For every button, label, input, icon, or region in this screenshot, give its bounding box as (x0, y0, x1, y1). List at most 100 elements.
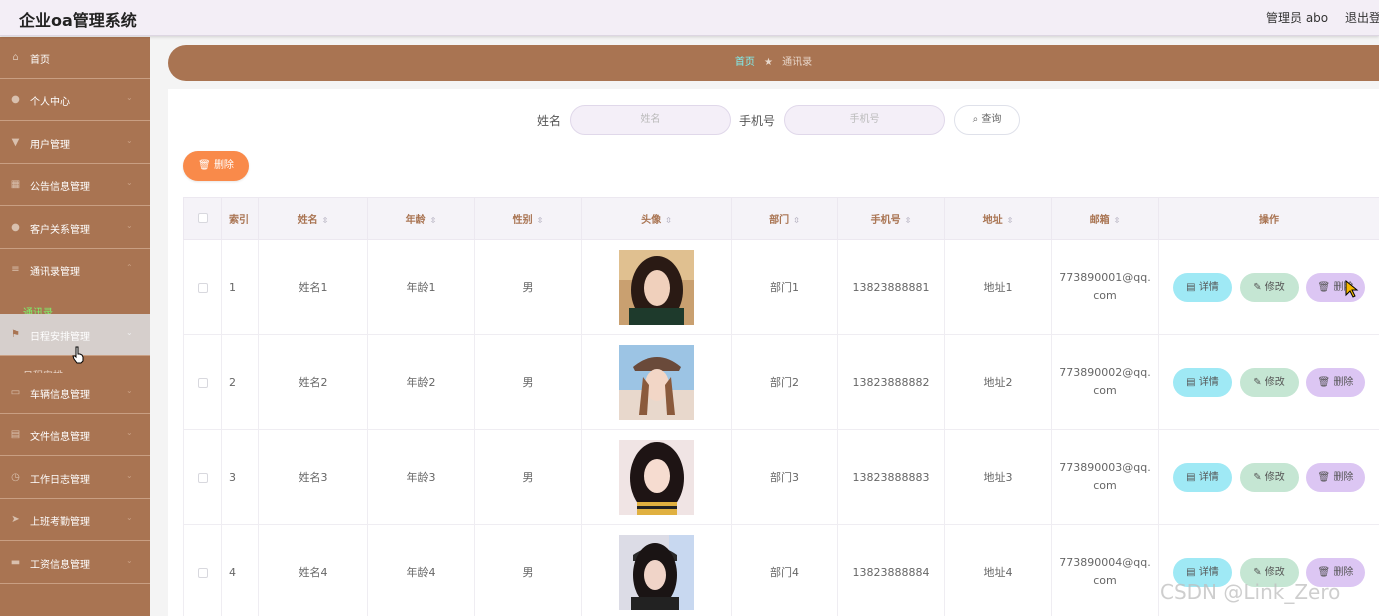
column-header-age[interactable]: 年龄 ⇳ (367, 197, 475, 240)
table-row: 3 姓名3 年龄3 男 部门3 13823888883 地址3 77389000… (183, 429, 1379, 525)
breadcrumb-home-link[interactable]: 首页 (735, 57, 755, 68)
breadcrumb-star-icon: ★ (764, 57, 773, 68)
delete-button[interactable]: 🗑 删除 (1306, 367, 1365, 397)
cell-email: 773890001@qq.com (1051, 239, 1159, 335)
sidebar-item-label: 用户管理 (30, 140, 70, 151)
document-icon: ▤ (1186, 376, 1196, 388)
sidebar-item-label: 个人中心 (30, 97, 70, 108)
current-user-label: 管理员 abo (1266, 11, 1329, 25)
cell-address: 地址2 (944, 334, 1052, 430)
chevron-down-icon: ⌄ (126, 556, 133, 565)
sort-icon: ⇳ (429, 216, 437, 225)
cell-gender: 男 (474, 429, 582, 525)
sidebar-item-label: 上班考勤管理 (30, 517, 90, 528)
chevron-down-icon: ⌄ (126, 513, 133, 522)
sidebar-item-users[interactable]: ▼ 用户管理 ⌄ (0, 122, 150, 164)
column-header-email[interactable]: 邮箱 ⇳ (1051, 197, 1159, 240)
sidebar-item-label: 车辆信息管理 (30, 390, 90, 401)
chevron-up-icon: ⌃ (126, 263, 133, 272)
column-header-phone[interactable]: 手机号 ⇳ (837, 197, 945, 240)
sort-icon: ⇳ (321, 216, 329, 225)
sidebar-item-customer[interactable]: ● 客户关系管理 ⌄ (0, 207, 150, 249)
document-icon: ▤ (1186, 281, 1196, 293)
detail-button[interactable]: ▤ 详情 (1173, 367, 1232, 397)
sidebar-item-label: 客户关系管理 (30, 225, 90, 236)
table-header-row: 索引 姓名 ⇳ 年龄 ⇳ 性别 ⇳ 头像 ⇳ 部门 ⇳ 手机号 ⇳ 地址 ⇳ 邮箱 ⇳ 操作 (183, 197, 1379, 240)
document-icon: ▤ (1186, 471, 1196, 483)
cell-index: 3 (221, 429, 259, 525)
chevron-down-icon: ⌄ (126, 386, 133, 395)
detail-button[interactable]: ▤ 详情 (1173, 462, 1232, 492)
cell-index: 2 (221, 334, 259, 430)
sort-icon: ⇳ (536, 216, 544, 225)
edit-button[interactable]: ✎ 修改 (1239, 367, 1299, 397)
hand-cursor-icon (72, 346, 84, 364)
cell-avatar (581, 429, 732, 525)
logout-link[interactable]: 退出登录 (1345, 9, 1379, 26)
grid-icon: ▦ (10, 179, 21, 190)
chevron-down-icon: ⌄ (126, 136, 133, 145)
users-icon: ▼ (11, 137, 20, 148)
row-checkbox[interactable] (183, 524, 222, 616)
send-icon: ➤ (11, 514, 20, 525)
cell-dept: 部门3 (731, 429, 838, 525)
search-button[interactable]: ⌕ 查询 (954, 105, 1020, 135)
sidebar-item-attendance[interactable]: ➤ 上班考勤管理 ⌄ (0, 499, 150, 541)
file-icon: ▤ (10, 429, 21, 440)
contacts-table: 索引 姓名 ⇳ 年龄 ⇳ 性别 ⇳ 头像 ⇳ 部门 ⇳ 手机号 ⇳ 地址 ⇳ 邮箱 ⇳ 操作 1… (183, 197, 1379, 616)
select-all-checkbox[interactable] (183, 197, 222, 240)
sidebar-item-label: 公告信息管理 (30, 182, 90, 193)
row-checkbox[interactable] (183, 334, 222, 430)
sidebar-item-salary[interactable]: ▬ 工资信息管理 ⌄ (0, 542, 150, 584)
edit-button[interactable]: ✎ 修改 (1239, 462, 1299, 492)
batch-delete-label: 删除 (213, 160, 234, 171)
chevron-down-icon: ⌄ (126, 93, 133, 102)
column-header-name[interactable]: 姓名 ⇳ (258, 197, 368, 240)
sidebar-item-files[interactable]: ▤ 文件信息管理 ⌄ (0, 414, 150, 456)
trash-icon: 🗑 (1317, 281, 1331, 293)
cell-name: 姓名2 (258, 334, 368, 430)
chevron-down-icon: ⌄ (126, 178, 133, 187)
clock-icon: ◷ (11, 472, 20, 483)
pencil-icon: ✎ (1253, 566, 1262, 578)
column-header-dept[interactable]: 部门 ⇳ (731, 197, 838, 240)
name-search-input[interactable]: 姓名 (570, 105, 731, 135)
cell-avatar (581, 239, 732, 335)
trash-icon: 🗑 (1317, 566, 1331, 578)
column-header-address[interactable]: 地址 ⇳ (944, 197, 1052, 240)
chevron-down-icon: ⌄ (126, 428, 133, 437)
cell-age: 年龄2 (367, 334, 475, 430)
sidebar-item-label: 通讯录管理 (30, 267, 80, 278)
row-checkbox[interactable] (183, 239, 222, 335)
sidebar-item-home[interactable]: ⌂ 首页 (0, 37, 150, 79)
cell-name: 姓名3 (258, 429, 368, 525)
sidebar-item-worklog[interactable]: ◷ 工作日志管理 ⌄ (0, 457, 150, 499)
trash-icon: 🗑 (1317, 376, 1331, 388)
pencil-icon: ✎ (1253, 376, 1262, 388)
edit-button[interactable]: ✎ 修改 (1239, 272, 1299, 302)
sidebar-item-profile[interactable]: ● 个人中心 ⌄ (0, 79, 150, 121)
flag-icon: ⚑ (11, 329, 20, 340)
row-checkbox[interactable] (183, 429, 222, 525)
sort-icon: ⇳ (904, 216, 912, 225)
delete-button[interactable]: 🗑 删除 (1306, 462, 1365, 492)
cell-email: 773890004@qq.com (1051, 524, 1159, 616)
column-header-actions: 操作 (1158, 197, 1379, 240)
sidebar-item-vehicle[interactable]: ▭ 车辆信息管理 ⌄ (0, 372, 150, 414)
detail-button[interactable]: ▤ 详情 (1173, 272, 1232, 302)
chevron-down-icon: ⌄ (126, 471, 133, 480)
watermark: CSDN @Link_Zero (1160, 580, 1341, 604)
cell-address: 地址4 (944, 524, 1052, 616)
column-header-avatar[interactable]: 头像 ⇳ (581, 197, 732, 240)
sidebar-item-notice[interactable]: ▦ 公告信息管理 ⌄ (0, 164, 150, 206)
column-header-gender[interactable]: 性别 ⇳ (474, 197, 582, 240)
search-icon: ⌕ (972, 114, 979, 125)
batch-delete-button[interactable]: 🗑 删除 (183, 151, 249, 181)
sidebar-item-label: 日程安排管理 (30, 332, 90, 343)
chevron-down-icon: ⌄ (126, 328, 133, 337)
cell-phone: 13823888881 (837, 239, 945, 335)
column-header-index: 索引 (221, 197, 259, 240)
phone-search-input[interactable]: 手机号 (784, 105, 945, 135)
chevron-down-icon: ⌄ (126, 221, 133, 230)
name-search-label: 姓名 (537, 114, 562, 128)
